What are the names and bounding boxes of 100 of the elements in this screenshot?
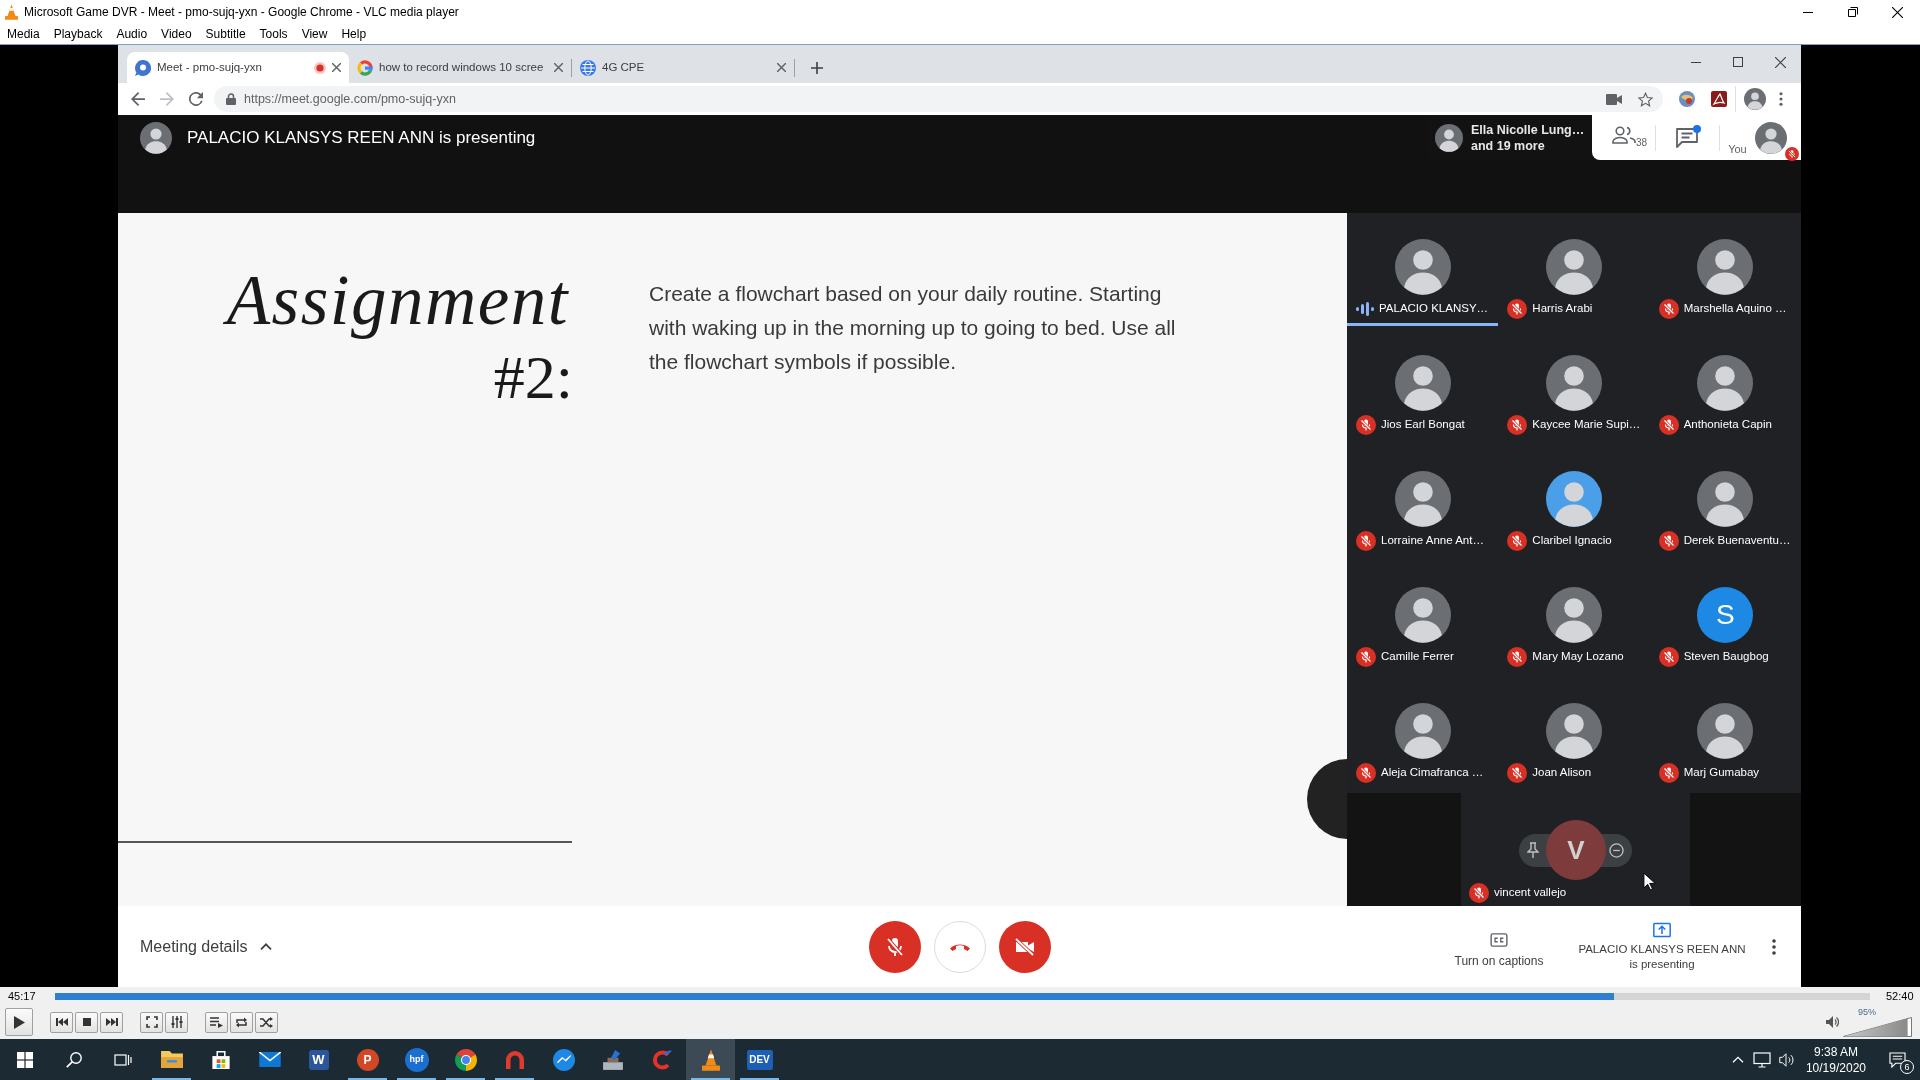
globe-icon bbox=[580, 59, 596, 76]
browser-tab[interactable]: 4G CPE bbox=[572, 52, 794, 83]
taskbar-app-button[interactable]: P bbox=[343, 1039, 392, 1080]
participant-name: Camille Ferrer bbox=[1381, 649, 1454, 665]
shuffle-button[interactable] bbox=[255, 1011, 278, 1033]
address-bar[interactable]: https://meet.google.com/pmo-sujq-yxn bbox=[214, 86, 1663, 112]
avatar-icon bbox=[1697, 703, 1754, 759]
arch-icon bbox=[505, 1050, 524, 1069]
pin-button[interactable] bbox=[1527, 842, 1539, 858]
close-icon bbox=[554, 63, 563, 72]
menu-item[interactable]: Audio bbox=[109, 24, 155, 44]
participant-name: Ella Nicolle Lung… bbox=[1471, 121, 1585, 138]
extended-settings-button[interactable] bbox=[165, 1011, 188, 1033]
color-wheel-icon bbox=[454, 1048, 477, 1071]
chat-icon bbox=[1676, 127, 1699, 148]
shopping-bag-icon bbox=[211, 1050, 230, 1069]
menu-item[interactable]: View bbox=[294, 24, 335, 44]
presenting-button[interactable]: PALACIO KLANSYS REEN ANN is presenting bbox=[1573, 921, 1751, 972]
avatar-icon bbox=[1546, 703, 1602, 759]
close-icon bbox=[1892, 6, 1903, 18]
loop-button[interactable] bbox=[230, 1011, 253, 1033]
search-icon bbox=[65, 1051, 82, 1068]
browser-tab[interactable]: Meet - pmo-sujq-yxn bbox=[127, 52, 349, 83]
menu-item[interactable]: Playback bbox=[46, 24, 110, 44]
participant-name: Anthonieta Capin bbox=[1683, 417, 1772, 433]
avatar-icon bbox=[1435, 123, 1463, 152]
phone-hangup-icon bbox=[949, 942, 970, 951]
avatar-icon bbox=[140, 121, 172, 154]
remove-button[interactable] bbox=[1609, 842, 1624, 858]
next-button[interactable] bbox=[100, 1011, 123, 1033]
stop-button[interactable] bbox=[75, 1011, 98, 1033]
kebab-menu-icon bbox=[1772, 938, 1776, 955]
reload-icon bbox=[188, 92, 203, 106]
color-ring-icon bbox=[357, 59, 373, 76]
browser-tab[interactable]: how to record windows 10 scree bbox=[349, 52, 571, 83]
notification-icon bbox=[1888, 1051, 1906, 1068]
close-icon bbox=[1774, 56, 1786, 68]
present-screen-icon bbox=[1653, 921, 1671, 938]
mic-off-icon bbox=[885, 936, 904, 957]
menu-item[interactable]: Help bbox=[334, 24, 374, 44]
fullscreen-button[interactable] bbox=[140, 1011, 163, 1033]
url-text: https://meet.google.com/pmo-sujq-yxn bbox=[244, 90, 456, 108]
avatar-icon bbox=[1546, 587, 1602, 643]
total-time: 52:40 bbox=[1885, 988, 1914, 1004]
crescent-icon bbox=[651, 1049, 672, 1070]
clock-button[interactable]: 9:38 AM 10/19/2020 bbox=[1805, 1043, 1866, 1076]
back-arrow-icon bbox=[130, 92, 145, 106]
menu-item[interactable]: Subtitle bbox=[198, 24, 253, 44]
avatar-icon bbox=[1546, 355, 1602, 411]
slide-number: #2: bbox=[493, 344, 573, 410]
participant-name: Aleja Cimafranca … bbox=[1381, 765, 1484, 781]
avatar-icon bbox=[1744, 88, 1766, 110]
envelope-icon bbox=[258, 1052, 281, 1067]
skip-forward-icon bbox=[105, 1018, 118, 1026]
taskbar-app-button[interactable]: DEV bbox=[735, 1039, 784, 1080]
restore-icon bbox=[1847, 7, 1858, 17]
captions-button[interactable]: Turn on captions bbox=[1449, 933, 1549, 970]
notifications-button[interactable]: 6 bbox=[1874, 1039, 1920, 1080]
avatar-initial: S bbox=[1697, 587, 1754, 643]
skip-back-icon bbox=[55, 1018, 68, 1026]
people-count: 38 bbox=[1636, 135, 1648, 150]
shuffle-icon bbox=[260, 1016, 273, 1028]
participant-name: Joan Alison bbox=[1532, 765, 1592, 781]
minus-circle-icon bbox=[1609, 842, 1624, 858]
taskbar-app-button[interactable]: W bbox=[294, 1039, 343, 1080]
cursor-icon bbox=[1643, 872, 1656, 891]
captions-icon bbox=[1490, 933, 1508, 947]
chevron-up-icon bbox=[1731, 1056, 1744, 1063]
playlist-button[interactable] bbox=[205, 1011, 228, 1033]
task-view-icon bbox=[113, 1053, 132, 1066]
menu-item[interactable]: Media bbox=[0, 24, 47, 44]
participant-name: Mary May Lozano bbox=[1532, 649, 1624, 665]
kebab-menu-icon bbox=[1778, 92, 1783, 106]
participant-name: Marshella Aquino … bbox=[1683, 301, 1787, 317]
participant-name: Lorraine Anne Ant… bbox=[1381, 533, 1484, 549]
people-button[interactable]: 38 bbox=[1612, 125, 1648, 150]
maximize-icon bbox=[1733, 57, 1743, 67]
taskbar-app-button[interactable]: hpf bbox=[392, 1039, 441, 1080]
speech-bubble-icon bbox=[135, 59, 151, 76]
menu-item[interactable]: Tools bbox=[252, 24, 295, 44]
participant-name: Jios Earl Bongat bbox=[1381, 417, 1465, 433]
play-button[interactable] bbox=[5, 1008, 33, 1036]
participant-name: vincent vallejo bbox=[1494, 885, 1567, 901]
avatar-initial: V bbox=[1546, 820, 1606, 880]
avatar-icon bbox=[1697, 355, 1754, 411]
participant-name: Kaycee Marie Supi… bbox=[1532, 417, 1641, 433]
participant-name: Claribel Ignacio bbox=[1532, 533, 1612, 549]
sliders-icon bbox=[170, 1016, 183, 1028]
play-icon bbox=[13, 1015, 25, 1029]
machine-icon bbox=[601, 1049, 624, 1070]
meeting-details-button[interactable]: Meeting details bbox=[140, 934, 272, 959]
windows-logo-icon bbox=[16, 1051, 33, 1068]
more-count: and 19 more bbox=[1471, 137, 1546, 154]
square-logo-icon bbox=[1711, 91, 1727, 107]
avatar-icon bbox=[1394, 239, 1451, 295]
previous-button[interactable] bbox=[50, 1011, 73, 1033]
speaker-icon bbox=[1826, 1016, 1839, 1028]
menu-item[interactable]: Video bbox=[154, 24, 199, 44]
presenter-status-text: PALACIO KLANSYS REEN ANN is presenting bbox=[187, 126, 536, 149]
chat-button[interactable] bbox=[1676, 127, 1699, 148]
